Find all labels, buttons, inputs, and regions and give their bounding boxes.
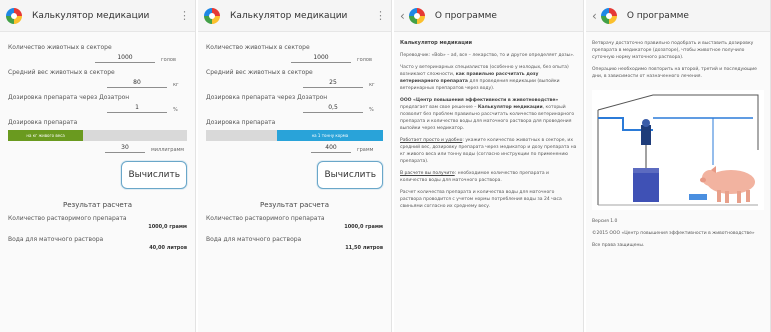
about-paragraph-7: Ветврачу достаточно правильно подобрать … [592,41,754,60]
result-water-value: 40,00 литров [149,245,187,251]
dose-unit: % [369,107,374,113]
app-bar: ‹ О программе [394,0,583,32]
version-text: Версия 1.0 [592,219,618,224]
medicator-drawing [597,94,759,206]
about-title: О программе [434,10,497,21]
dose-mode-selected[interactable]: на кг живого веса [8,130,84,141]
about-paragraph-6: Расчет количества препарата и количества… [400,190,562,209]
app-logo-icon [408,7,425,24]
about-paragraph-5: В расчете вы получите: необходимое колич… [400,170,577,184]
text-underline: В расчете вы получите [400,171,455,176]
drug-dose-label: Дозировка препарата [8,119,78,126]
result-water-label: Вода для маточного раствора [8,236,104,243]
about-paragraph-2: Часто у ветеринарных специалистов (особе… [400,64,577,92]
about-screen-1: ‹ О программе Калькулятор медикации Пере… [394,0,584,332]
weight-input[interactable]: 25 [303,79,363,88]
result-drug-value: 1000,0 грамм [344,224,383,230]
weight-unit: кг [173,82,179,88]
app-title: Калькулятор медикации [32,10,150,21]
app-logo-icon [6,7,22,24]
weight-label: Средний вес животных в секторе [8,69,115,76]
app-logo-icon [600,7,617,24]
about-paragraph-1: Переводчик: «Bob» – ad, все – лекарство,… [400,53,575,58]
back-arrow-icon[interactable]: ‹ [400,9,405,23]
app-title: Калькулятор медикации [230,10,348,21]
dose-mode-switch[interactable]: на кг живого веса [8,130,187,141]
text-bold: ООО «Центр повышения эффективности в жив… [400,98,559,103]
rights-text: Все права защищены. [592,243,645,248]
copyright-text: ©2015 ООО «Центр повышения эффективности… [592,231,755,236]
app-bar: Калькулятор медикации ⋮ [198,0,391,32]
calculator-screen-1: Калькулятор медикации ⋮ Количество живот… [0,0,196,332]
about-paragraph-3: ООО «Центр повышения эффективности в жив… [400,97,577,132]
about-heading: Калькулятор медикации [400,40,472,46]
result-title: Результат расчета [62,201,133,209]
calculate-button[interactable]: Вычислить [317,161,383,189]
weight-unit: кг [369,82,375,88]
about-screen-2: ‹ О программе Ветврачу достаточно правил… [586,0,771,332]
animals-input[interactable]: 1000 [291,54,351,63]
drug-amount-input[interactable]: 30 [105,144,145,153]
about-title: О программе [626,10,689,21]
dose-label: Дозировка препарата через Дозатрон [206,94,328,101]
drug-amount-input[interactable]: 400 [311,144,351,153]
drug-dose-label: Дозировка препарата [206,119,276,126]
text-bold: Калькулятор медикации [477,105,543,110]
calculate-button[interactable]: Вычислить [121,161,187,189]
animals-unit: голов [161,57,176,63]
animals-unit: голов [357,57,372,63]
animals-label: Количество животных в секторе [8,44,112,51]
result-water-label: Вода для маточного раствора [206,236,302,243]
result-title: Результат расчета [259,201,330,209]
animals-label: Количество животных в секторе [206,44,310,51]
app-bar: ‹ О программе [586,0,770,32]
result-drug-label: Количество растворимого препарата [206,215,325,222]
dose-input[interactable]: 1 [107,104,167,113]
app-logo-icon [204,7,220,24]
result-water-value: 11,50 литров [345,245,383,251]
back-arrow-icon[interactable]: ‹ [592,9,597,23]
dose-mode-switch[interactable]: на 1 тонну корма [206,130,383,141]
dose-unit: % [173,107,178,113]
dose-label: Дозировка препарата через Дозатрон [8,94,130,101]
text-span: предлагает вам свое решение – [400,105,478,110]
app-bar: Калькулятор медикации ⋮ [0,0,195,32]
drug-amount-unit: миллиграмм [151,147,185,153]
overflow-menu-icon[interactable]: ⋮ [375,9,386,22]
weight-input[interactable]: 80 [107,79,167,88]
dose-mode-selected[interactable]: на 1 тонну корма [276,130,383,141]
calculator-screen-2: Калькулятор медикации ⋮ Количество живот… [198,0,392,332]
weight-label: Средний вес животных в секторе [206,69,313,76]
medicator-illustration [592,90,764,210]
overflow-menu-icon[interactable]: ⋮ [179,9,190,22]
result-drug-value: 1000,0 грамм [148,224,187,230]
drug-amount-unit: грамм [357,147,374,153]
animals-input[interactable]: 1000 [95,54,155,63]
text-underline: Работает просто и удобно [400,138,463,143]
about-paragraph-4: Работает просто и удобно: укажите количе… [400,137,577,165]
dose-input[interactable]: 0,5 [303,104,363,113]
about-paragraph-8: Операцию необходимо повторить на второй,… [592,67,757,79]
result-drug-label: Количество растворимого препарата [8,215,127,222]
